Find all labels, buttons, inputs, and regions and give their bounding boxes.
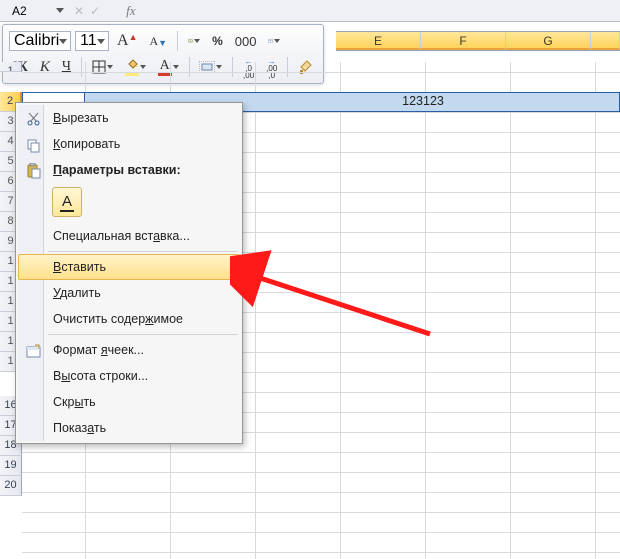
- separator: [177, 31, 178, 51]
- menu-row-height[interactable]: Высота строки...: [18, 363, 240, 389]
- font-size-combo[interactable]: 11: [75, 31, 109, 51]
- comma-format-button[interactable]: 000: [231, 30, 261, 52]
- column-header[interactable]: E: [336, 32, 421, 50]
- chevron-down-icon[interactable]: [97, 39, 105, 44]
- menu-delete[interactable]: Удалить: [18, 280, 240, 306]
- table-icon: [268, 34, 273, 48]
- cell-value: 123123: [338, 94, 508, 108]
- menu-separator: [48, 334, 238, 335]
- accounting-format-button[interactable]: [184, 30, 204, 52]
- column-header[interactable]: [591, 32, 620, 50]
- menu-hide[interactable]: Скрыть: [18, 389, 240, 415]
- menu-paste-option-row: A: [18, 183, 240, 223]
- menu-copy[interactable]: Копировать: [18, 131, 240, 157]
- row-header[interactable]: 20: [0, 476, 22, 496]
- font-name-combo[interactable]: Calibri: [9, 31, 71, 51]
- menu-insert[interactable]: Вставить: [18, 254, 240, 280]
- format-cells-icon: [23, 341, 43, 361]
- copy-icon: [23, 135, 43, 155]
- column-header[interactable]: G: [506, 32, 591, 50]
- chevron-down-icon[interactable]: [194, 39, 200, 43]
- grow-font-button[interactable]: A▲: [113, 30, 141, 52]
- percent-format-button[interactable]: %: [208, 30, 227, 52]
- paste-keep-formatting-button[interactable]: A: [52, 187, 82, 217]
- chevron-down-icon[interactable]: [59, 39, 67, 44]
- money-icon: [188, 34, 193, 48]
- name-box-value: A2: [12, 4, 27, 18]
- shrink-font-button[interactable]: A▼: [145, 30, 171, 52]
- column-header[interactable]: F: [421, 32, 506, 50]
- menu-show[interactable]: Показать: [18, 415, 240, 441]
- number-format-button[interactable]: [264, 30, 284, 52]
- clipboard-icon: [23, 161, 43, 181]
- chevron-down-icon[interactable]: [56, 8, 64, 13]
- cancel-icon: ✕: [74, 4, 84, 18]
- font-name-value: Calibri: [14, 32, 59, 50]
- menu-separator: [48, 251, 238, 252]
- row-header[interactable]: 19: [0, 456, 22, 476]
- fx-icon[interactable]: fx: [126, 3, 135, 19]
- menu-cut[interactable]: Вырезать: [18, 105, 240, 131]
- menu-format-cells[interactable]: Формат ячеек...: [18, 337, 240, 363]
- row-header[interactable]: 1: [0, 62, 22, 72]
- menu-clear-contents[interactable]: Очистить содержимое: [18, 306, 240, 332]
- font-size-value: 11: [80, 32, 97, 50]
- column-headers: E F G: [336, 31, 620, 51]
- formula-bar: A2 ✕ ✓ fx: [0, 0, 620, 22]
- name-box[interactable]: A2: [8, 4, 68, 18]
- confirm-icon: ✓: [90, 4, 100, 18]
- context-menu: Вырезать Копировать Параметры вставки: A…: [15, 102, 243, 444]
- menu-paste-special[interactable]: Специальная вставка...: [18, 223, 240, 249]
- scissors-icon: [23, 109, 43, 129]
- menu-paste-options-header: Параметры вставки:: [18, 157, 240, 183]
- chevron-down-icon[interactable]: [274, 39, 280, 43]
